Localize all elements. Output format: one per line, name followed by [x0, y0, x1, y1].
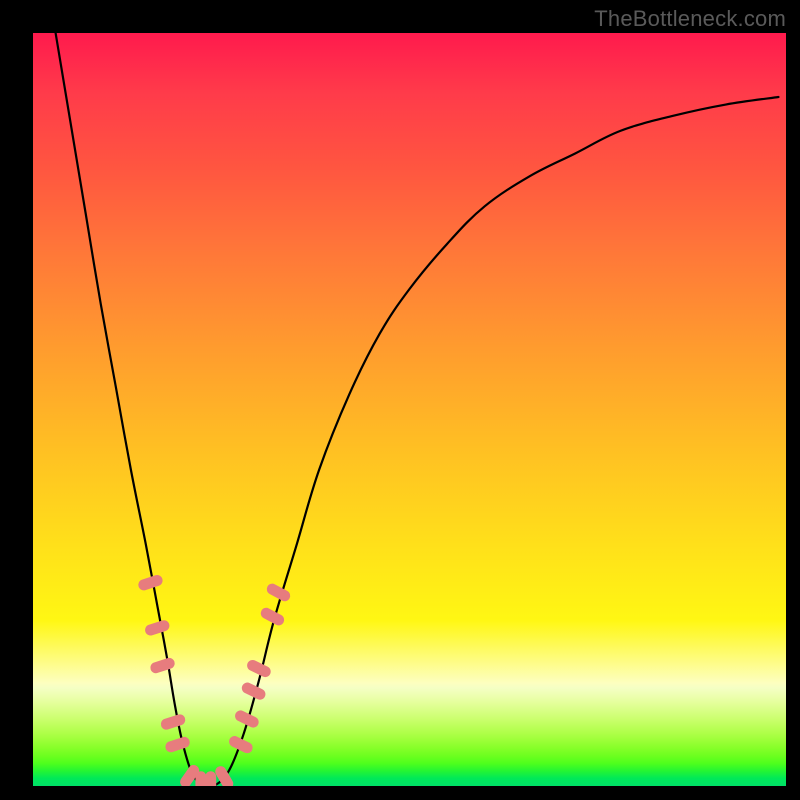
- curve-layer: [33, 33, 786, 786]
- curve-marker: [149, 656, 176, 674]
- curve-marker: [205, 771, 216, 786]
- curve-marker: [213, 764, 235, 786]
- plot-area: [33, 33, 786, 786]
- curve-marker: [195, 771, 206, 786]
- curve-marker: [265, 582, 292, 603]
- curve-marker: [164, 735, 191, 753]
- bottleneck-curve: [56, 33, 779, 786]
- curve-marker: [159, 713, 186, 731]
- watermark-text: TheBottleneck.com: [594, 6, 786, 32]
- chart-frame: TheBottleneck.com: [0, 0, 800, 800]
- curve-marker: [245, 658, 272, 679]
- curve-marker: [144, 619, 171, 637]
- curve-marker: [137, 574, 164, 592]
- curve-marker: [227, 734, 254, 755]
